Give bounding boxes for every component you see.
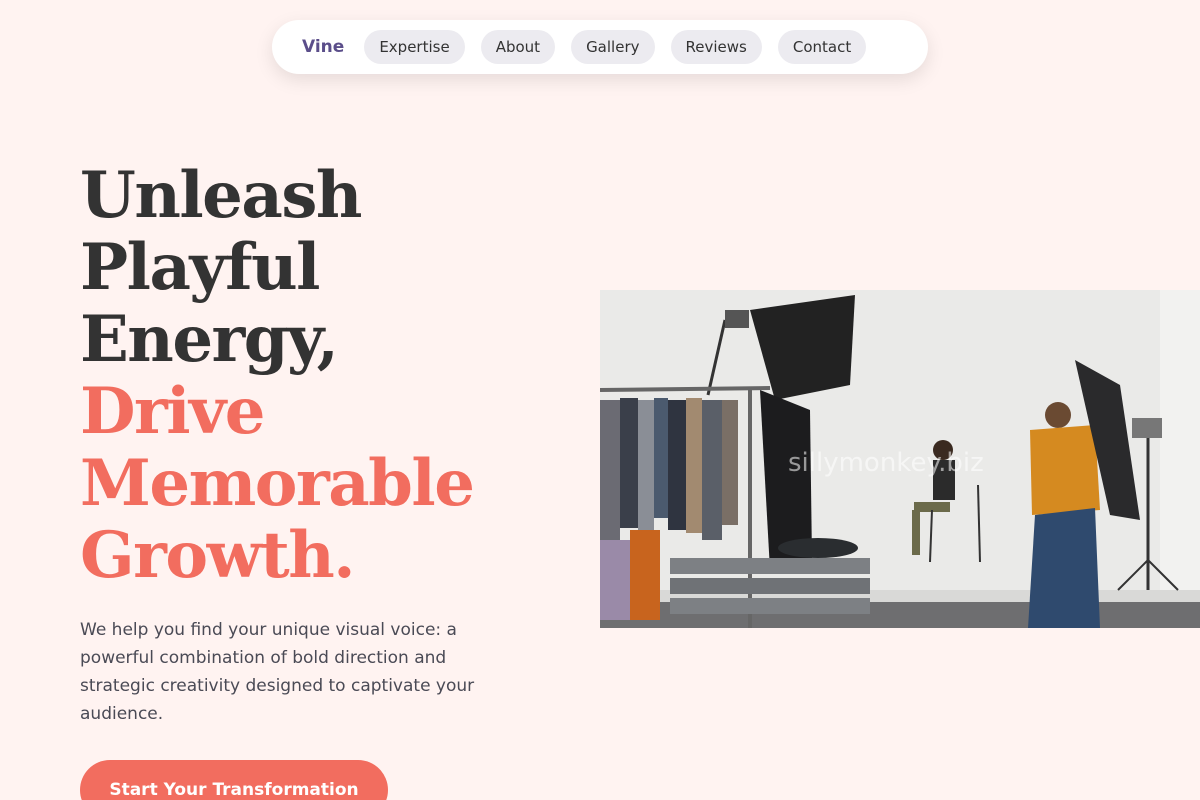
- nav-item-expertise[interactable]: Expertise: [364, 30, 465, 64]
- brand-logo[interactable]: Vine: [302, 37, 344, 57]
- hero-headline: Unleash Playful Energy, Drive Memorable …: [80, 160, 560, 592]
- hero-photo: sillymonkey.biz: [600, 290, 1200, 628]
- hero-description: We help you find your unique visual voic…: [80, 620, 475, 724]
- nav-item-reviews[interactable]: Reviews: [670, 30, 762, 64]
- nav-item-contact[interactable]: Contact: [777, 30, 867, 64]
- headline-accent-line: Drive: [80, 374, 265, 449]
- headline-accent-line: Growth.: [80, 518, 356, 593]
- top-nav: Vine Expertise About Gallery Reviews Con…: [272, 20, 928, 74]
- nav-item-gallery[interactable]: Gallery: [571, 30, 655, 64]
- headline-line: Unleash: [80, 158, 362, 233]
- start-transformation-button[interactable]: Start Your Transformation: [80, 760, 388, 800]
- headline-line: Energy,: [80, 302, 339, 377]
- photo-watermark: sillymonkey.biz: [788, 448, 984, 478]
- headline-line: Playful: [80, 230, 320, 305]
- nav-item-about[interactable]: About: [480, 30, 556, 64]
- headline-accent-line: Memorable: [80, 446, 475, 521]
